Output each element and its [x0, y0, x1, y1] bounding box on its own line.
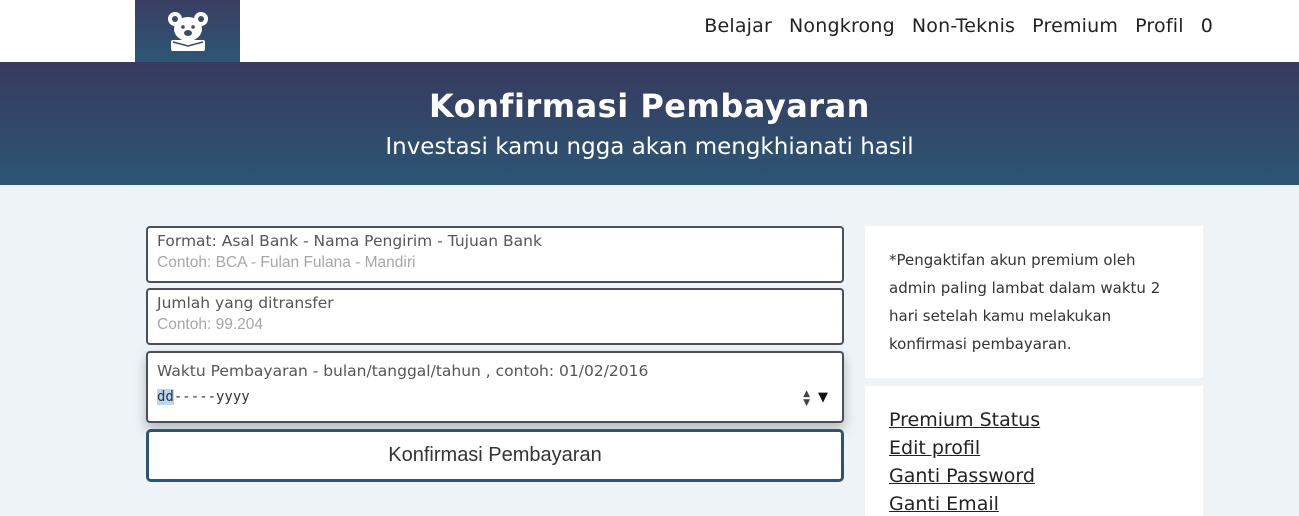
account-links: Premium Status Edit profil Ganti Passwor… — [865, 386, 1203, 516]
payment-date-input[interactable]: dd -----yyyy — [157, 386, 833, 408]
payment-date-label: Waktu Pembayaran - bulan/tanggal/tahun ,… — [157, 362, 649, 380]
hero-banner: Konfirmasi Pembayaran Investasi kamu ngg… — [0, 62, 1299, 185]
logo[interactable] — [135, 0, 240, 62]
amount-input[interactable] — [157, 314, 833, 336]
bank-field-label: Format: Asal Bank - Nama Pengirim - Tuju… — [157, 232, 542, 250]
date-rest-segment[interactable]: -----yyyy — [174, 389, 250, 405]
top-navbar: Belajar Nongkrong Non-Teknis Premium Pro… — [0, 0, 1299, 62]
nav-item-profil[interactable]: Profil — [1135, 15, 1184, 37]
nav-item-premium[interactable]: Premium — [1032, 15, 1118, 37]
link-edit-profil[interactable]: Edit profil — [889, 434, 1179, 462]
teddy-bear-logo-icon — [167, 12, 208, 51]
premium-notice: *Pengaktifan akun premium oleh admin pal… — [865, 226, 1203, 378]
nav-notification-count[interactable]: 0 — [1201, 15, 1213, 37]
payment-date-field: Waktu Pembayaran - bulan/tanggal/tahun ,… — [146, 351, 844, 423]
date-dropdown-icon[interactable]: ▼ — [818, 390, 828, 405]
nav-item-nongkrong[interactable]: Nongkrong — [789, 15, 895, 37]
bank-field: Format: Asal Bank - Nama Pengirim - Tuju… — [146, 226, 844, 283]
link-premium-status[interactable]: Premium Status — [889, 406, 1179, 434]
confirm-payment-button[interactable]: Konfirmasi Pembayaran — [146, 429, 844, 482]
amount-field-label: Jumlah yang ditransfer — [157, 294, 334, 312]
nav-item-belajar[interactable]: Belajar — [704, 15, 772, 37]
date-day-segment[interactable]: dd — [157, 389, 174, 405]
bank-input[interactable] — [157, 252, 833, 274]
page-subtitle: Investasi kamu ngga akan mengkhianati ha… — [385, 134, 914, 160]
page-title: Konfirmasi Pembayaran — [429, 87, 870, 125]
nav-item-non-teknis[interactable]: Non-Teknis — [912, 15, 1015, 37]
premium-notice-text: *Pengaktifan akun premium oleh admin pal… — [889, 251, 1161, 353]
link-ganti-email[interactable]: Ganti Email — [889, 490, 1179, 516]
amount-field: Jumlah yang ditransfer — [146, 288, 844, 345]
main-nav: Belajar Nongkrong Non-Teknis Premium Pro… — [704, 15, 1213, 37]
date-spinner-icon[interactable]: ▲ ▼ — [803, 390, 810, 408]
link-ganti-password[interactable]: Ganti Password — [889, 462, 1179, 490]
